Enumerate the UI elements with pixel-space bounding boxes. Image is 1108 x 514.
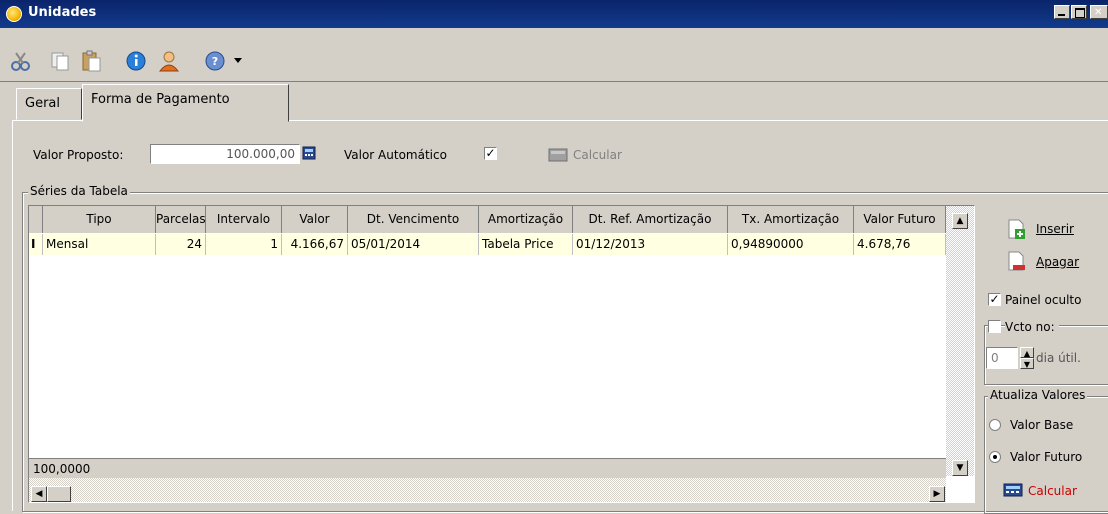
horizontal-scroll-thumb[interactable] — [47, 486, 71, 502]
table-cell[interactable]: 0,94890000 — [728, 234, 854, 255]
tab-forma-de-pagamento[interactable]: Forma de Pagamento — [82, 84, 289, 122]
table-cell[interactable]: 01/12/2013 — [573, 234, 728, 255]
painel-oculto-label: Painel oculto — [1005, 293, 1082, 307]
app-icon — [6, 6, 22, 22]
title-bar[interactable]: Unidades ✕ — [0, 0, 1108, 28]
scroll-left-button[interactable]: ◀ — [31, 486, 47, 502]
inserir-button[interactable]: Inserir — [1036, 222, 1074, 236]
copy-icon[interactable] — [49, 50, 71, 72]
info-icon[interactable] — [125, 50, 147, 72]
dia-util-spin-buttons[interactable]: ▲ ▼ — [1020, 347, 1034, 369]
column-header[interactable]: Dt. Ref. Amortização — [573, 206, 728, 233]
column-header[interactable]: Intervalo — [206, 206, 282, 233]
calcular-disabled-button[interactable]: Calcular — [573, 148, 622, 162]
calculator-icon[interactable] — [302, 146, 316, 160]
vcto-no-checkbox[interactable] — [988, 320, 1001, 333]
scroll-down-button[interactable]: ▼ — [952, 460, 968, 476]
valor-base-radio[interactable] — [989, 419, 1001, 431]
grid-footer-total: 100,0000 — [29, 458, 946, 478]
help-icon[interactable]: ? — [204, 50, 226, 72]
dia-util-spinner-input[interactable] — [986, 347, 1018, 369]
valor-automatico-checkbox[interactable]: ✓ — [484, 147, 497, 160]
paste-icon[interactable] — [80, 50, 102, 72]
delete-icon — [1008, 251, 1025, 271]
atualiza-valores-title: Atualiza Valores — [988, 388, 1088, 402]
column-header[interactable]: Valor Futuro — [854, 206, 946, 233]
scroll-right-button[interactable]: ▶ — [929, 486, 945, 502]
tab-geral[interactable]: Geral — [16, 88, 82, 120]
valor-proposto-input[interactable] — [150, 144, 300, 164]
painel-oculto-checkbox[interactable]: ✓ — [988, 293, 1001, 306]
minimize-button[interactable] — [1054, 5, 1070, 19]
series-group-title: Séries da Tabela — [28, 184, 130, 198]
row-cursor-icon: I — [29, 234, 43, 255]
calcular-button[interactable]: Calcular — [1028, 484, 1077, 498]
dropdown-arrow-icon[interactable] — [233, 57, 243, 65]
table-cell[interactable]: 1 — [206, 234, 282, 255]
close-button[interactable]: ✕ — [1090, 5, 1108, 19]
table-cell[interactable]: 05/01/2014 — [348, 234, 479, 255]
column-header[interactable]: Tipo — [43, 206, 156, 233]
dia-util-label: dia útil. — [1036, 351, 1081, 365]
maximize-button[interactable] — [1071, 5, 1087, 19]
column-header[interactable]: Valor — [282, 206, 348, 233]
table-cell[interactable]: Tabela Price — [479, 234, 573, 255]
calcular-disabled-icon — [548, 148, 568, 162]
apagar-button[interactable]: Apagar — [1036, 255, 1079, 269]
valor-automatico-label: Valor Automático — [344, 148, 447, 162]
valor-futuro-radio[interactable] — [989, 451, 1001, 463]
table-cell[interactable]: Mensal — [43, 234, 156, 255]
valor-base-label: Valor Base — [1010, 418, 1074, 432]
vcto-no-label: Vcto no: — [1005, 320, 1059, 334]
series-grid[interactable]: Tipo Parcelas Intervalo Valor Dt. Vencim… — [28, 205, 975, 503]
cut-icon[interactable] — [10, 50, 32, 72]
user-icon[interactable] — [158, 50, 180, 72]
table-cell[interactable]: 4.678,76 — [854, 234, 946, 255]
horizontal-scrollbar[interactable] — [29, 478, 946, 502]
valor-futuro-label: Valor Futuro — [1010, 450, 1083, 464]
calculator-icon — [1003, 483, 1023, 497]
column-header[interactable]: Amortização — [479, 206, 573, 233]
column-header[interactable]: Tx. Amortização — [728, 206, 854, 233]
scroll-up-button[interactable]: ▲ — [952, 213, 968, 229]
valor-proposto-label: Valor Proposto: — [33, 148, 124, 162]
grid-indicator-header — [29, 206, 43, 233]
column-header[interactable]: Dt. Vencimento — [348, 206, 479, 233]
column-header[interactable]: Parcelas — [156, 206, 206, 233]
vertical-scrollbar[interactable] — [946, 206, 974, 476]
toolbar-divider — [0, 81, 1108, 82]
table-cell[interactable]: 24 — [156, 234, 206, 255]
svg-text:?: ? — [212, 55, 218, 68]
window-title: Unidades — [28, 5, 97, 20]
insert-icon — [1008, 219, 1025, 239]
table-cell[interactable]: 4.166,67 — [282, 234, 348, 255]
